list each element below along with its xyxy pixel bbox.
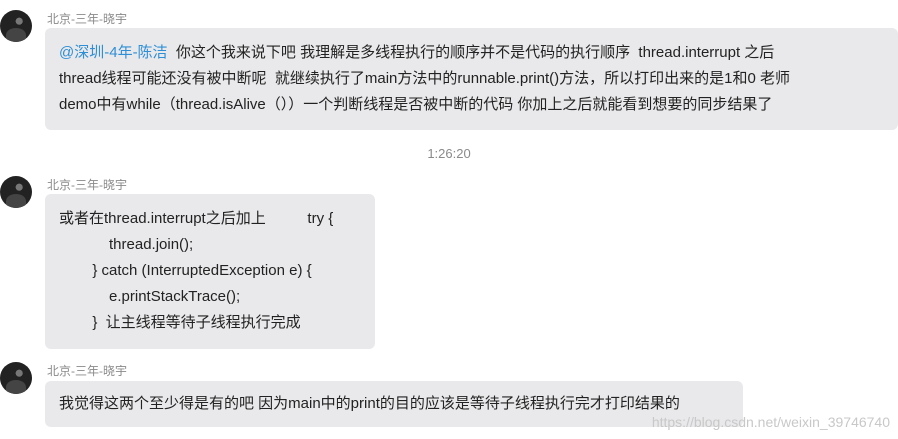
message-bubble: 或者在thread.interrupt之后加上 try { thread.joi… xyxy=(45,194,375,349)
message-line: e.printStackTrace(); xyxy=(59,288,241,305)
message-line: @深圳-4年-陈洁 你这个我来说下吧 我理解是多线程执行的顺序并不是代码的执行顺… xyxy=(59,44,775,61)
message-line: thread.join(); xyxy=(59,236,194,253)
message-line: } catch (InterruptedException e) { xyxy=(59,262,312,279)
avatar[interactable] xyxy=(0,176,32,208)
avatar[interactable] xyxy=(0,362,32,394)
message-line: 我觉得这两个至少得是有的吧 因为main中的print的目的应该是等待子线程执行… xyxy=(59,395,680,412)
sender-name: 北京-三年-晓宇 xyxy=(47,364,127,378)
timestamp: 1:26:20 xyxy=(427,146,471,161)
message-line: } 让主线程等待子线程执行完成 xyxy=(59,314,301,331)
watermark: https://blog.csdn.net/weixin_39746740 xyxy=(651,414,890,430)
message-line: 或者在thread.interrupt之后加上 try { xyxy=(59,210,334,227)
avatar[interactable] xyxy=(0,10,32,42)
mention-link[interactable]: @深圳-4年-陈洁 xyxy=(59,44,168,61)
sender-name: 北京-三年-晓宇 xyxy=(47,12,127,26)
message-bubble: 我觉得这两个至少得是有的吧 因为main中的print的目的应该是等待子线程执行… xyxy=(45,381,743,427)
message-line: thread线程可能还没有被中断呢 就继续执行了main方法中的runnable… xyxy=(59,70,790,87)
message-bubble: @深圳-4年-陈洁 你这个我来说下吧 我理解是多线程执行的顺序并不是代码的执行顺… xyxy=(45,28,898,130)
message-line: demo中有while（thread.isAlive（））一个判断线程是否被中断… xyxy=(59,96,773,113)
sender-name: 北京-三年-晓宇 xyxy=(47,178,127,192)
